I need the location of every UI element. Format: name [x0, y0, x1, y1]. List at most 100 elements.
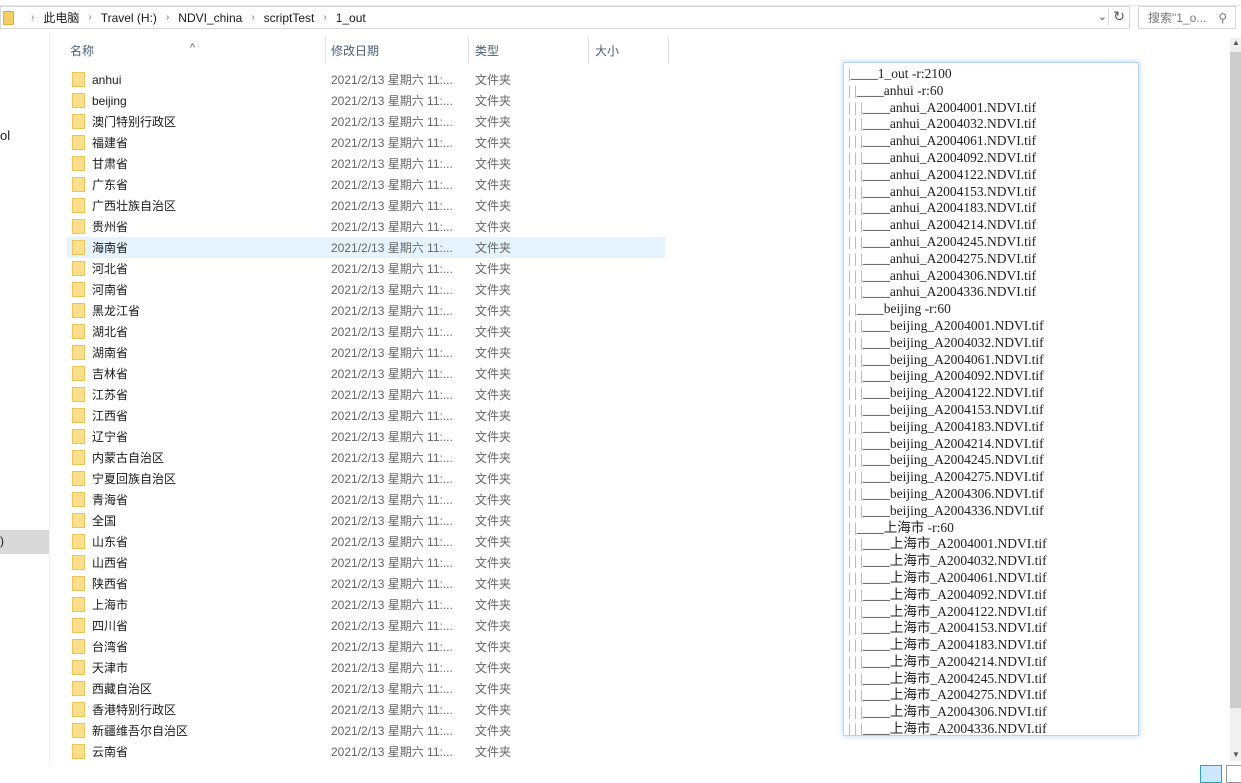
tree-line: | | |____anhui_A2004306.NDVI.tif [848, 268, 1138, 285]
file-row[interactable]: 宁夏回族自治区 2021/2/13 星期六 11:... 文件夹 [67, 468, 665, 489]
folder-icon [72, 345, 85, 360]
folder-icon [72, 702, 85, 717]
tree-branch: | | | [848, 502, 863, 518]
file-row[interactable]: 上海市 2021/2/13 星期六 11:... 文件夹 [67, 594, 665, 615]
column-date[interactable]: 修改日期 [331, 42, 379, 59]
tree-branch: | | | [848, 149, 863, 165]
folder-icon [72, 135, 85, 150]
vertical-scrollbar[interactable]: ▲ ▼ [1230, 38, 1241, 761]
breadcrumb-item[interactable]: scriptTest [264, 11, 315, 25]
nav-item-selected[interactable]: ) [0, 530, 49, 554]
chevron-right-icon[interactable]: › [88, 12, 91, 23]
folder-icon [72, 198, 85, 213]
file-row[interactable]: 福建省 2021/2/13 星期六 11:... 文件夹 [67, 132, 665, 153]
tree-branch: | | | [848, 536, 863, 552]
file-row[interactable]: 海南省 2021/2/13 星期六 11:... 文件夹 [67, 237, 665, 258]
breadcrumb-item[interactable]: 1_out [336, 11, 366, 25]
details-view-icon[interactable] [1200, 765, 1222, 783]
tree-entry: ____上海市_A2004122.NDVI.tif [862, 603, 1047, 619]
file-name: 甘肃省 [92, 157, 129, 171]
tree-branch: | | | [848, 368, 863, 384]
tree-line: | | |____上海市_A2004245.NDVI.tif [848, 671, 1138, 688]
file-name: 台湾省 [92, 640, 129, 654]
tree-branch: | | | [848, 653, 863, 669]
file-row[interactable]: 江苏省 2021/2/13 星期六 11:... 文件夹 [67, 384, 665, 405]
tree-line: | | |____beijing_A2004032.NDVI.tif [848, 335, 1138, 352]
tree-branch: | | | [848, 183, 863, 199]
file-row[interactable]: 全国 2021/2/13 星期六 11:... 文件夹 [67, 510, 665, 531]
tree-line: | | |____beijing_A2004001.NDVI.tif [848, 318, 1138, 335]
nav-item[interactable]: ol [0, 128, 10, 143]
file-type: 文件夹 [475, 514, 512, 528]
file-row[interactable]: 西藏自治区 2021/2/13 星期六 11:... 文件夹 [67, 678, 665, 699]
breadcrumb-item[interactable]: NDVI_china [178, 11, 242, 25]
tree-line: | | |____beijing_A2004214.NDVI.tif [848, 436, 1138, 453]
address-bar[interactable]: › 此电脑 › Travel (H:) › NDVI_china › scriptTest › 1… [0, 6, 1130, 29]
scroll-down-icon[interactable]: ▼ [1232, 750, 1240, 759]
tree-line: | | |____上海市_A2004336.NDVI.tif [848, 721, 1138, 735]
file-name: 内蒙古自治区 [92, 451, 165, 465]
folder-icon [72, 219, 85, 234]
column-type[interactable]: 类型 [475, 42, 499, 59]
file-row[interactable]: 贵州省 2021/2/13 星期六 11:... 文件夹 [67, 216, 665, 237]
file-row[interactable]: 河南省 2021/2/13 星期六 11:... 文件夹 [67, 279, 665, 300]
breadcrumb-item[interactable]: 此电脑 [43, 9, 79, 26]
search-input[interactable]: 搜索"1_o... ⚲ [1138, 6, 1236, 29]
file-row[interactable]: 黑龙江省 2021/2/13 星期六 11:... 文件夹 [67, 300, 665, 321]
tree-entry: ____beijing_A2004122.NDVI.tif [862, 385, 1044, 401]
tree-branch: | | | [848, 569, 863, 585]
scrollbar-thumb[interactable] [1230, 52, 1241, 708]
chevron-right-icon[interactable]: › [323, 12, 326, 23]
tree-line: | | |____上海市_A2004214.NDVI.tif [848, 654, 1138, 671]
file-row[interactable]: 吉林省 2021/2/13 星期六 11:... 文件夹 [67, 363, 665, 384]
tree-branch: | | | [848, 385, 863, 401]
file-date: 2021/2/13 星期六 11:... [331, 157, 453, 171]
file-row[interactable]: 天津市 2021/2/13 星期六 11:... 文件夹 [67, 657, 665, 678]
file-row[interactable]: 甘肃省 2021/2/13 星期六 11:... 文件夹 [67, 153, 665, 174]
file-row[interactable]: 广东省 2021/2/13 星期六 11:... 文件夹 [67, 174, 665, 195]
file-row[interactable]: 台湾省 2021/2/13 星期六 11:... 文件夹 [67, 636, 665, 657]
large-icons-view-icon[interactable] [1226, 765, 1241, 783]
tree-line: | | |____anhui_A2004183.NDVI.tif [848, 200, 1138, 217]
file-row[interactable]: 云南省 2021/2/13 星期六 11:... 文件夹 [67, 741, 665, 762]
file-row[interactable]: 陕西省 2021/2/13 星期六 11:... 文件夹 [67, 573, 665, 594]
file-row[interactable]: 江西省 2021/2/13 星期六 11:... 文件夹 [67, 405, 665, 426]
file-row[interactable]: 青海省 2021/2/13 星期六 11:... 文件夹 [67, 489, 665, 510]
file-row[interactable]: 四川省 2021/2/13 星期六 11:... 文件夹 [67, 615, 665, 636]
file-row[interactable]: 香港特别行政区 2021/2/13 星期六 11:... 文件夹 [67, 699, 665, 720]
tree-branch: | | | [848, 704, 863, 720]
scroll-up-icon[interactable]: ▲ [1232, 38, 1240, 47]
tree-entry: ____beijing_A2004306.NDVI.tif [862, 485, 1044, 501]
file-row[interactable]: 新疆维吾尔自治区 2021/2/13 星期六 11:... 文件夹 [67, 720, 665, 741]
file-row[interactable]: 河北省 2021/2/13 星期六 11:... 文件夹 [67, 258, 665, 279]
breadcrumb-item[interactable]: Travel (H:) [101, 11, 157, 25]
file-row[interactable]: 澳门特别行政区 2021/2/13 星期六 11:... 文件夹 [67, 111, 665, 132]
file-row[interactable]: 山东省 2021/2/13 星期六 11:... 文件夹 [67, 531, 665, 552]
file-row[interactable]: 湖南省 2021/2/13 星期六 11:... 文件夹 [67, 342, 665, 363]
tree-entry: ____anhui_A2004032.NDVI.tif [862, 116, 1037, 132]
column-name[interactable]: 名称 [70, 42, 94, 59]
column-size[interactable]: 大小 [595, 42, 619, 59]
file-date: 2021/2/13 星期六 11:... [331, 451, 453, 465]
chevron-right-icon[interactable]: › [251, 12, 254, 23]
navigation-pane: ol ) [0, 30, 50, 765]
tree-line: | | |____anhui_A2004122.NDVI.tif [848, 167, 1138, 184]
file-row[interactable]: 广西壮族自治区 2021/2/13 星期六 11:... 文件夹 [67, 195, 665, 216]
file-row[interactable]: 山西省 2021/2/13 星期六 11:... 文件夹 [67, 552, 665, 573]
file-name: 江西省 [92, 409, 129, 423]
file-row[interactable]: 辽宁省 2021/2/13 星期六 11:... 文件夹 [67, 426, 665, 447]
chevron-right-icon[interactable]: › [166, 12, 169, 23]
refresh-icon[interactable]: ↻ [1108, 8, 1125, 25]
folder-icon [72, 618, 85, 633]
file-name: 上海市 [92, 598, 129, 612]
chevron-down-icon[interactable]: ⌄ [1098, 10, 1107, 23]
file-row[interactable]: anhui 2021/2/13 星期六 11:... 文件夹 [67, 69, 665, 90]
tree-line: | | |____anhui_A2004061.NDVI.tif [848, 133, 1138, 150]
file-row[interactable]: 湖北省 2021/2/13 星期六 11:... 文件夹 [67, 321, 665, 342]
folder-icon [72, 324, 85, 339]
tree-branch: | | | [848, 435, 863, 451]
folder-icon [72, 429, 85, 444]
file-row[interactable]: 内蒙古自治区 2021/2/13 星期六 11:... 文件夹 [67, 447, 665, 468]
file-row[interactable]: beijing 2021/2/13 星期六 11:... 文件夹 [67, 90, 665, 111]
chevron-right-icon[interactable]: › [31, 12, 34, 23]
